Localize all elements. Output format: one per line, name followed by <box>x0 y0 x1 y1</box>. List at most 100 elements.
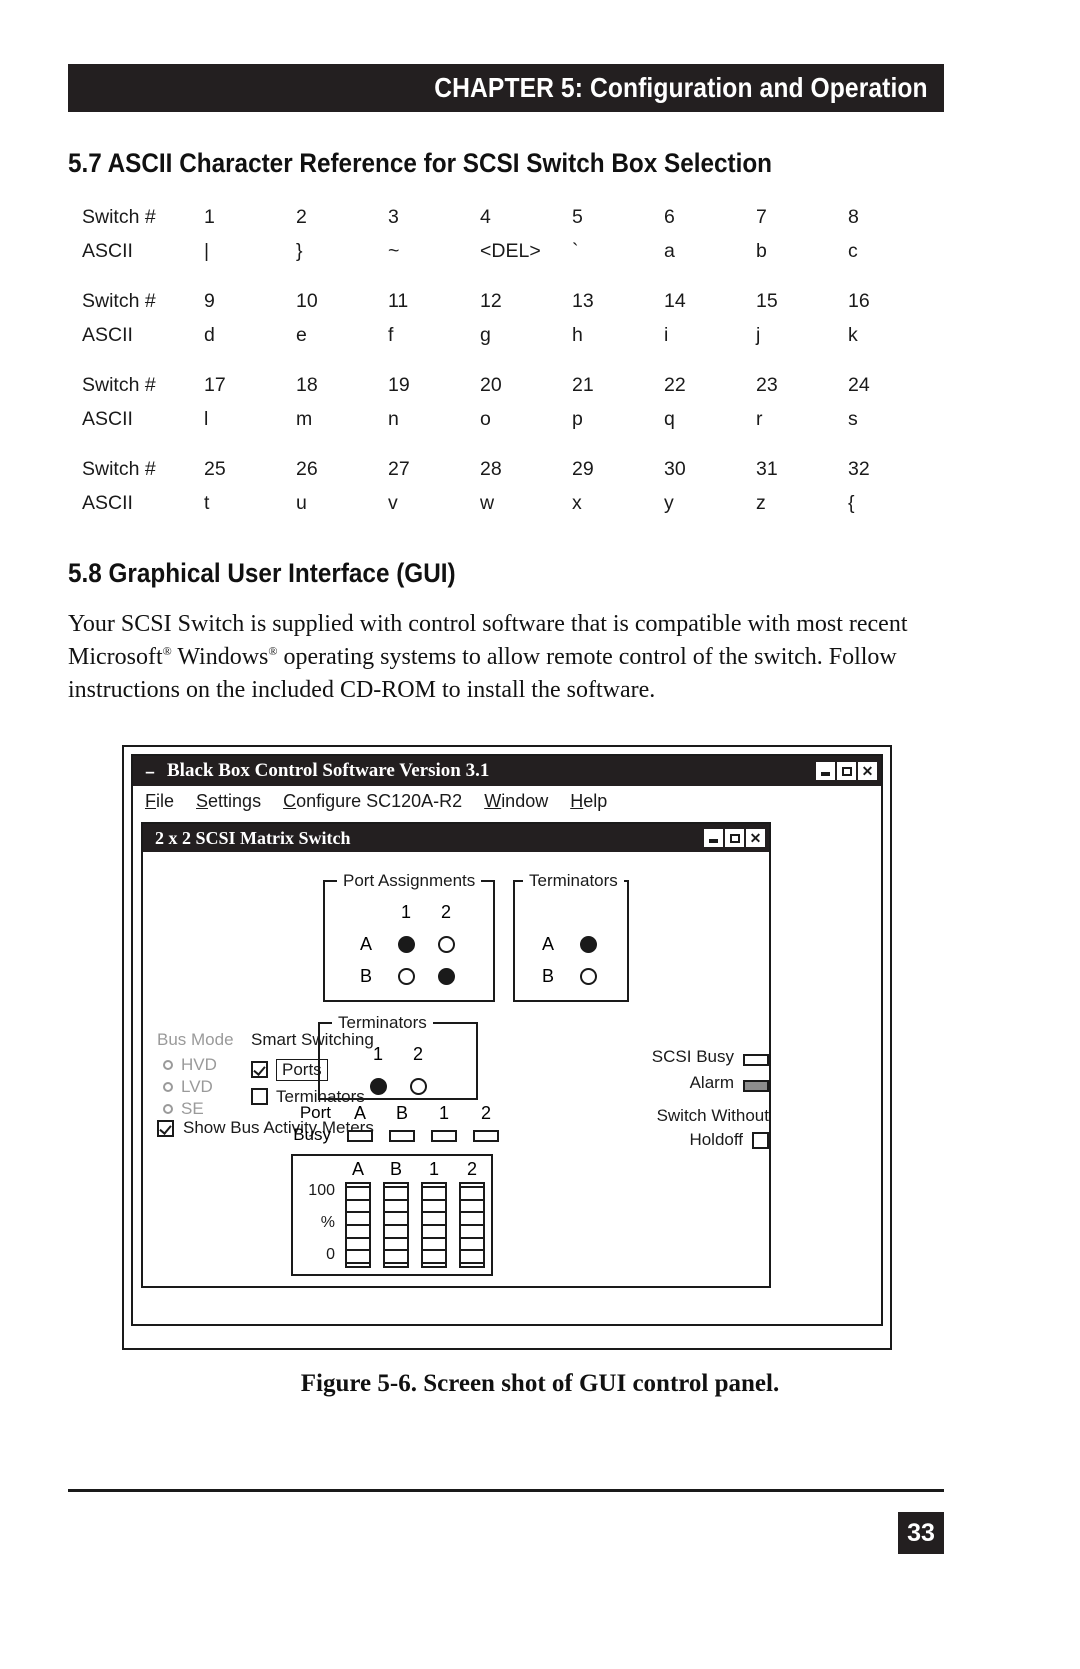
maximize-icon[interactable] <box>725 829 744 847</box>
port-busy-led-icon <box>473 1130 499 1142</box>
ascii-switch-number: 2 <box>296 206 307 228</box>
meter-segment-divider <box>461 1236 483 1239</box>
port-busy-label-line1: Port <box>299 1103 331 1122</box>
ascii-character: d <box>204 324 215 346</box>
port-assignments-group: Port Assignments 12AB <box>323 871 495 1002</box>
registered-mark-microsoft: ® <box>162 644 172 658</box>
bus-mode-option-lvd[interactable]: LVD <box>157 1076 234 1098</box>
port-busy-column: 2 <box>465 1102 507 1142</box>
radio-cell[interactable] <box>426 935 466 953</box>
ascii-switch-number: 7 <box>756 206 767 228</box>
radio-cell[interactable] <box>426 967 466 985</box>
ascii-switch-number: 13 <box>572 290 594 312</box>
figure-outer-frame: – Black Box Control Software Version 3.1… <box>122 745 892 1350</box>
meter-segment-divider <box>385 1198 407 1201</box>
document-page: CHAPTER 5: Configuration and Operation 5… <box>0 0 1080 1669</box>
minimize-icon[interactable] <box>816 762 835 780</box>
port-busy-column: 1 <box>423 1102 465 1142</box>
mdi-content: Port Assignments 12AB Terminators AB Ter… <box>143 852 769 1288</box>
radio-selected-icon[interactable] <box>437 967 455 985</box>
bus-mode-option-hvd[interactable]: HVD <box>157 1054 234 1076</box>
scsi-busy-indicator: SCSI Busy <box>639 1044 769 1070</box>
menu-item-help[interactable]: Help <box>570 791 607 812</box>
radio-selected-icon[interactable] <box>579 935 597 953</box>
ascii-switch-row: Switch # 9 10 11 12 13 14 15 16 <box>82 290 902 324</box>
alarm-led-icon <box>743 1080 769 1092</box>
ascii-row-label: ASCII <box>82 492 133 514</box>
activity-meter-column-header: B <box>389 1159 402 1179</box>
ascii-switch-number: 31 <box>756 458 778 480</box>
radio-cell[interactable] <box>568 935 608 953</box>
menu-item-configure-sc120a-r2[interactable]: Configure SC120A-R2 <box>283 791 462 812</box>
ascii-switch-number: 21 <box>572 374 594 396</box>
ascii-block: Switch # 25 26 27 28 29 30 31 32 ASCII t u v w x y z { <box>82 458 902 526</box>
radio-cell[interactable] <box>398 1077 438 1095</box>
ascii-character: t <box>204 492 210 514</box>
checkbox-icon[interactable] <box>752 1131 769 1149</box>
ascii-character: i <box>664 324 669 346</box>
ascii-switch-row: Switch # 1 2 3 4 5 6 7 8 <box>82 206 902 240</box>
ascii-switch-number: 15 <box>756 290 778 312</box>
bus-mode-options: HVD LVD SE <box>157 1054 234 1120</box>
menu-accelerator: C <box>283 790 297 811</box>
column-header: 1 <box>400 901 411 922</box>
port-busy-column: B <box>381 1102 423 1142</box>
close-icon[interactable]: ✕ <box>746 829 765 847</box>
port-assignment-row: A <box>325 928 493 960</box>
meter-segment-divider <box>385 1249 407 1252</box>
system-menu-icon[interactable]: – <box>141 762 159 780</box>
radio-unselected-icon <box>163 1082 173 1092</box>
menu-accelerator: H <box>570 790 584 811</box>
ascii-character: r <box>756 408 763 430</box>
ascii-switch-row: Switch # 17 18 19 20 21 22 23 24 <box>82 374 902 408</box>
radio-unselected-icon[interactable] <box>579 967 597 985</box>
radio-cell[interactable] <box>386 935 426 953</box>
radio-unselected-icon[interactable] <box>437 935 455 953</box>
close-icon[interactable]: ✕ <box>858 762 877 780</box>
activity-meter-column-header: A <box>351 1159 364 1179</box>
radio-unselected-icon[interactable] <box>397 967 415 985</box>
ascii-character: | <box>204 240 210 262</box>
ascii-switch-number: 25 <box>204 458 226 480</box>
radio-unselected-icon[interactable] <box>409 1077 427 1095</box>
ascii-switch-number: 30 <box>664 458 686 480</box>
radio-selected-icon[interactable] <box>397 935 415 953</box>
chapter-header-bar: CHAPTER 5: Configuration and Operation <box>68 64 944 112</box>
ascii-row-label: Switch # <box>82 374 156 396</box>
application-window: – Black Box Control Software Version 3.1… <box>131 754 883 1326</box>
meter-segment-divider <box>385 1186 407 1188</box>
minimize-icon[interactable] <box>704 829 723 847</box>
switch-without-holdoff-label-line1: Switch Without <box>656 1106 769 1125</box>
ascii-character: l <box>204 408 209 430</box>
meter-segment-divider <box>461 1211 483 1214</box>
ascii-block: Switch # 17 18 19 20 21 22 23 24 ASCII l m n o p q r s <box>82 374 902 442</box>
menu-accelerator: W <box>484 790 502 811</box>
body-paragraph: Your SCSI Switch is supplied with contro… <box>68 608 908 707</box>
ascii-row-label: ASCII <box>82 240 133 262</box>
menu-item-settings[interactable]: Settings <box>196 791 261 812</box>
ascii-row-label: ASCII <box>82 408 133 430</box>
meter-segment-divider <box>347 1236 369 1239</box>
bus-activity-meters-panel: 100 % 0 A B 1 2 <box>291 1154 493 1276</box>
ascii-character: v <box>388 492 398 514</box>
radio-cell[interactable] <box>386 967 426 985</box>
menu-item-window[interactable]: Window <box>484 791 548 812</box>
port-busy-column: A <box>339 1102 381 1142</box>
scsi-busy-label: SCSI Busy <box>651 1047 734 1066</box>
menu-item-file[interactable]: File <box>145 791 174 812</box>
meter-segment-divider <box>385 1236 407 1239</box>
maximize-icon[interactable] <box>837 762 856 780</box>
meter-segment-divider <box>385 1223 407 1226</box>
smart-switching-option-ports[interactable]: Ports <box>251 1056 374 1083</box>
switch-without-holdoff-control[interactable]: Switch Without Holdoff <box>639 1104 769 1152</box>
meter-segment-divider <box>385 1211 407 1214</box>
bus-mode-option-se[interactable]: SE <box>157 1098 234 1120</box>
menu-accelerator: S <box>196 790 209 811</box>
ascii-switch-number: 28 <box>480 458 502 480</box>
scsi-busy-led-icon <box>743 1054 769 1066</box>
radio-cell[interactable] <box>568 967 608 985</box>
activity-meter-bar <box>383 1182 409 1268</box>
ascii-character: x <box>572 492 582 514</box>
ascii-character: m <box>296 408 313 430</box>
radio-unselected-icon <box>163 1104 173 1114</box>
